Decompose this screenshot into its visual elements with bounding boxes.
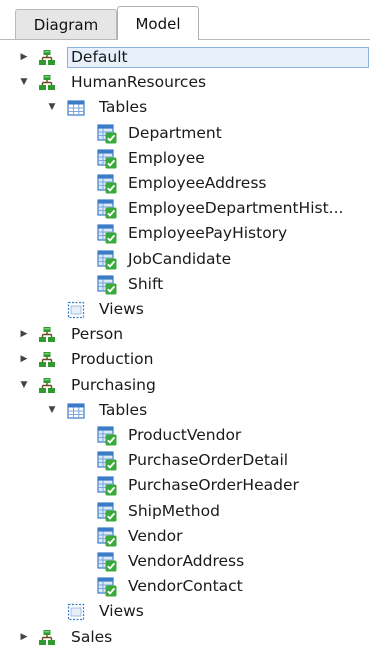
- tree-row-table[interactable]: VendorContact: [0, 574, 370, 598]
- tree-row-table[interactable]: Employee: [0, 146, 370, 170]
- tree-row-table[interactable]: EmployeePayHistory: [0, 221, 370, 245]
- tree-row-label: ProductVendor: [128, 426, 242, 444]
- table-icon: [97, 249, 117, 270]
- tree-row-table[interactable]: EmployeeAddress: [0, 171, 370, 195]
- tree-row-schema[interactable]: ▶ Sales: [0, 625, 370, 649]
- tree-row-folder[interactable]: ▼ Tables: [0, 398, 370, 422]
- table-icon: [97, 224, 117, 244]
- tree-row-table[interactable]: VendorAddress: [0, 549, 370, 573]
- chevron-right-icon[interactable]: ▶: [18, 347, 30, 371]
- tree-row-label: Employee: [128, 148, 205, 167]
- tables-folder-icon: [67, 99, 85, 117]
- tree-row-label: Vendor: [128, 526, 183, 545]
- tree-row-schema[interactable]: ▼ HumanResources: [0, 70, 370, 94]
- schema-icon: [38, 49, 56, 67]
- tree-row-label: EmployeeDepartmentHist...: [128, 199, 344, 218]
- tree-row-label: EmployeeAddress: [128, 174, 267, 192]
- tree-row-label: Default: [71, 48, 128, 66]
- table-icon: [97, 199, 117, 219]
- tree-row-label: Views: [99, 602, 144, 621]
- tree-row-label: Views: [99, 300, 144, 318]
- tree-row-label: Tables: [99, 400, 148, 419]
- tree-row-table[interactable]: Shift: [0, 272, 370, 296]
- tables-folder-icon: [67, 402, 85, 420]
- chevron-right-icon[interactable]: ▶: [18, 322, 30, 346]
- schema-icon: [38, 629, 56, 647]
- table-icon: [97, 501, 117, 522]
- tree-row-table[interactable]: ShipMethod: [0, 499, 370, 523]
- table-icon: [97, 552, 117, 572]
- tree-row-label: ShipMethod: [128, 501, 220, 520]
- tree-row-label: EmployeePayHistory: [128, 224, 288, 243]
- tree-row-label: Person: [71, 325, 124, 344]
- chevron-down-icon[interactable]: ▼: [46, 398, 58, 422]
- tree-row-table[interactable]: Vendor: [0, 524, 370, 548]
- schema-icon: [38, 326, 56, 344]
- tree-row-table[interactable]: PurchaseOrderDetail: [0, 448, 370, 472]
- table-icon: [97, 451, 117, 471]
- tree-row-label: VendorContact: [128, 577, 243, 596]
- table-icon: [97, 149, 117, 169]
- tree-row-folder[interactable]: ▼ Tables: [0, 95, 370, 119]
- chevron-down-icon[interactable]: ▼: [18, 70, 30, 94]
- tree-row-label: PurchaseOrderDetail: [128, 451, 289, 470]
- tree-row-schema[interactable]: ▼ Purchasing: [0, 373, 370, 397]
- table-icon: [97, 275, 117, 295]
- tree-row-label: Department: [128, 123, 222, 142]
- chevron-right-icon[interactable]: ▶: [18, 45, 30, 69]
- tree-row-schema[interactable]: ▶ Production: [0, 347, 370, 371]
- tree-row-label: HumanResources: [71, 73, 207, 92]
- schema-icon: [38, 377, 56, 395]
- views-icon: [67, 603, 85, 621]
- tab-bar: Diagram Model: [0, 0, 370, 40]
- tree-row-table[interactable]: JobCandidate: [0, 247, 370, 271]
- tree-row-table[interactable]: EmployeeDepartmentHist...: [0, 196, 370, 220]
- tree-row-label: JobCandidate: [128, 249, 232, 268]
- tree-row-label: Production: [71, 350, 154, 369]
- tab-diagram[interactable]: Diagram: [15, 9, 117, 39]
- tree-row-views[interactable]: Views: [0, 599, 370, 623]
- tree-row-table[interactable]: PurchaseOrderHeader: [0, 473, 370, 497]
- tree-row-label: Purchasing: [71, 375, 156, 394]
- chevron-right-icon[interactable]: ▶: [18, 625, 30, 649]
- tree-row-table[interactable]: ProductVendor: [0, 423, 370, 447]
- tree-row-schema[interactable]: ▶ Person: [0, 322, 370, 346]
- tree-row-label: Shift: [128, 274, 164, 293]
- tab-model[interactable]: Model: [117, 6, 199, 40]
- chevron-down-icon[interactable]: ▼: [46, 95, 58, 119]
- table-icon: [97, 123, 117, 144]
- tree-row-label: VendorAddress: [128, 552, 245, 570]
- tree-row-views[interactable]: Views: [0, 297, 370, 321]
- chevron-down-icon[interactable]: ▼: [18, 373, 30, 397]
- tree-row-label: Sales: [71, 627, 113, 646]
- table-icon: [97, 174, 117, 194]
- schema-icon: [38, 351, 56, 369]
- views-icon: [67, 301, 85, 319]
- tree-row-schema[interactable]: ▶ Default: [0, 45, 370, 69]
- table-icon: [97, 426, 117, 446]
- table-icon: [97, 577, 117, 597]
- tree-row-label: Tables: [99, 98, 148, 117]
- table-icon: [97, 476, 117, 496]
- tree-row-table[interactable]: Department: [0, 121, 370, 145]
- schema-icon: [38, 74, 56, 92]
- tree-row-label: PurchaseOrderHeader: [128, 476, 299, 495]
- table-icon: [97, 527, 117, 547]
